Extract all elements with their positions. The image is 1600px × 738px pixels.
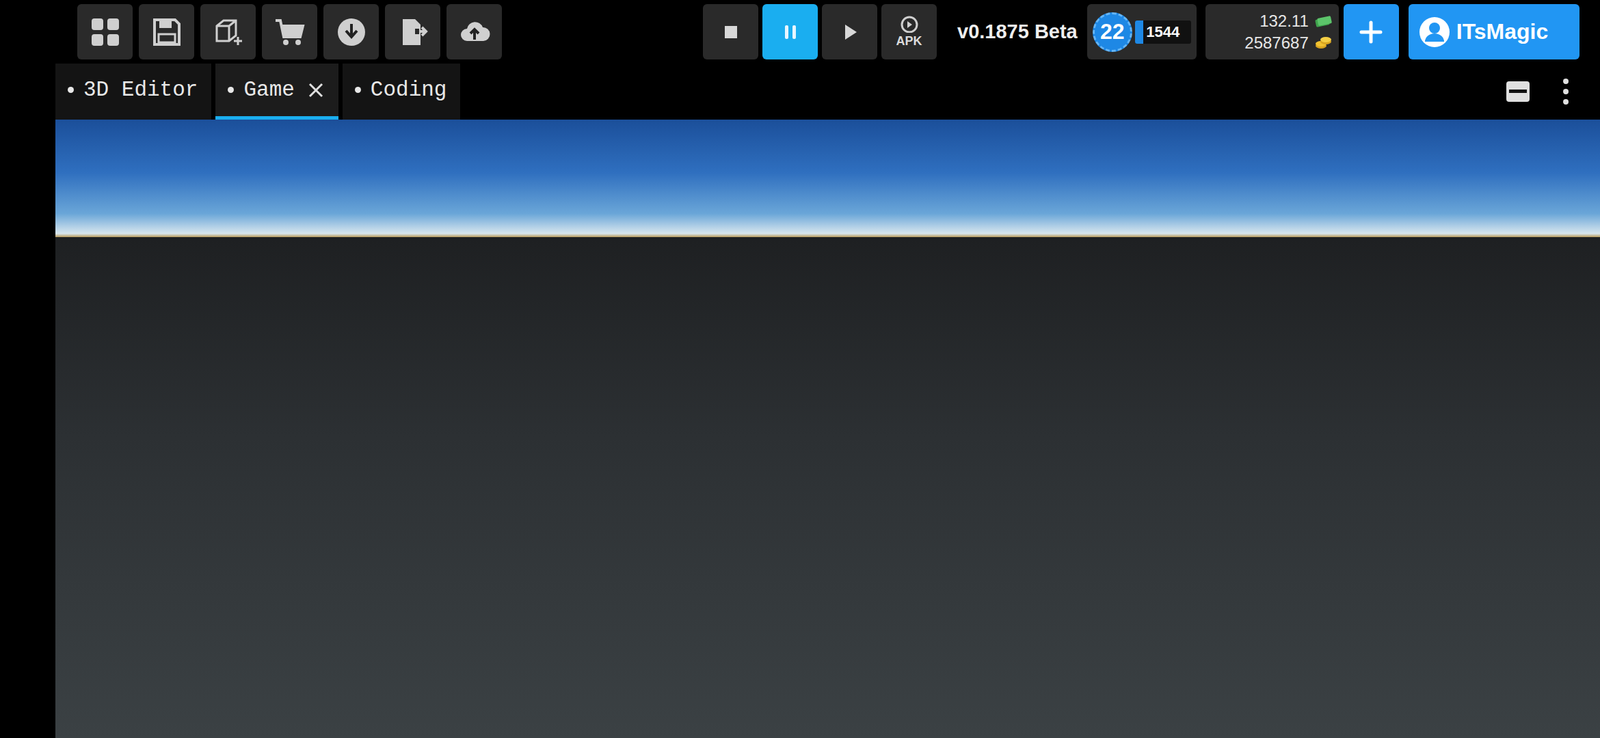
pause-button[interactable] bbox=[762, 4, 818, 60]
xp-fill bbox=[1135, 20, 1144, 44]
floppy-icon bbox=[151, 16, 183, 48]
tab[interactable]: 3D Editor bbox=[55, 63, 212, 120]
version-label: v0.1875 Beta bbox=[957, 20, 1078, 44]
build-apk-button[interactable]: APK bbox=[881, 4, 937, 60]
game-sky bbox=[55, 119, 1600, 238]
level-badge: 22 bbox=[1092, 12, 1133, 52]
cash-icon bbox=[1314, 14, 1332, 29]
currency-box[interactable]: 132.112587687 bbox=[1205, 4, 1339, 60]
download-button[interactable] bbox=[323, 4, 379, 60]
tab-dot bbox=[354, 86, 362, 93]
tab[interactable]: Game bbox=[215, 63, 338, 120]
tab-bar: 3D Editor Game Coding bbox=[55, 63, 1600, 120]
account-name: ITsMagic bbox=[1456, 19, 1549, 45]
file-tools bbox=[77, 4, 502, 60]
user-icon bbox=[1418, 15, 1451, 49]
currency-row: 2587687 bbox=[1212, 33, 1332, 53]
cloud-upload-icon bbox=[458, 16, 491, 48]
grid-icon bbox=[89, 16, 122, 48]
editor-window: APK v0.1875 Beta 22 1544 132.112587687 ITsMag… bbox=[0, 0, 1600, 738]
xp-bar: 1544 bbox=[1135, 20, 1192, 44]
tab-label: Game bbox=[243, 77, 295, 102]
currency-amount: 2587687 bbox=[1244, 33, 1309, 53]
add-object-button[interactable] bbox=[200, 4, 256, 60]
store-button[interactable] bbox=[261, 4, 318, 60]
xp-value: 1544 bbox=[1145, 23, 1180, 42]
player-level[interactable]: 22 1544 bbox=[1087, 4, 1197, 60]
export-button[interactable] bbox=[384, 4, 441, 60]
tab-label: Coding bbox=[370, 77, 448, 102]
plus-icon bbox=[1357, 18, 1385, 46]
pause-icon bbox=[776, 18, 805, 46]
tab-dot bbox=[227, 86, 234, 93]
download-icon bbox=[335, 16, 368, 48]
apk-label: APK bbox=[895, 34, 922, 49]
game-floor bbox=[55, 237, 1600, 738]
android-icon bbox=[897, 15, 922, 33]
play-icon bbox=[836, 18, 864, 46]
tab-dot bbox=[67, 86, 74, 93]
game-viewport[interactable] bbox=[55, 119, 1600, 738]
playback-controls: APK bbox=[702, 4, 937, 60]
tab-actions bbox=[1504, 63, 1600, 120]
currency-amount: 132.11 bbox=[1259, 11, 1309, 31]
buy-currency-button[interactable] bbox=[1343, 4, 1399, 60]
top-toolbar: APK v0.1875 Beta 22 1544 132.112587687 ITsMag… bbox=[0, 0, 1600, 64]
account-button[interactable]: ITsMagic bbox=[1408, 4, 1580, 60]
tab[interactable]: Coding bbox=[342, 63, 461, 120]
file-export-icon bbox=[397, 16, 429, 48]
minimize-icon[interactable] bbox=[1504, 77, 1532, 106]
stop-icon bbox=[717, 18, 745, 46]
currency-row: 132.11 bbox=[1212, 11, 1332, 31]
save-button[interactable] bbox=[138, 4, 195, 60]
play-button[interactable] bbox=[821, 4, 878, 60]
upload-button[interactable] bbox=[446, 4, 502, 60]
tab-label: 3D Editor bbox=[83, 77, 198, 102]
tab-list: 3D Editor Game Coding bbox=[55, 63, 461, 120]
layout-button[interactable] bbox=[77, 4, 133, 60]
close-icon[interactable] bbox=[307, 81, 325, 100]
coins-icon bbox=[1314, 36, 1332, 50]
cart-icon bbox=[274, 16, 306, 48]
cube-plus-icon bbox=[212, 16, 245, 48]
more-icon[interactable] bbox=[1558, 76, 1573, 107]
stop-button[interactable] bbox=[702, 4, 759, 60]
